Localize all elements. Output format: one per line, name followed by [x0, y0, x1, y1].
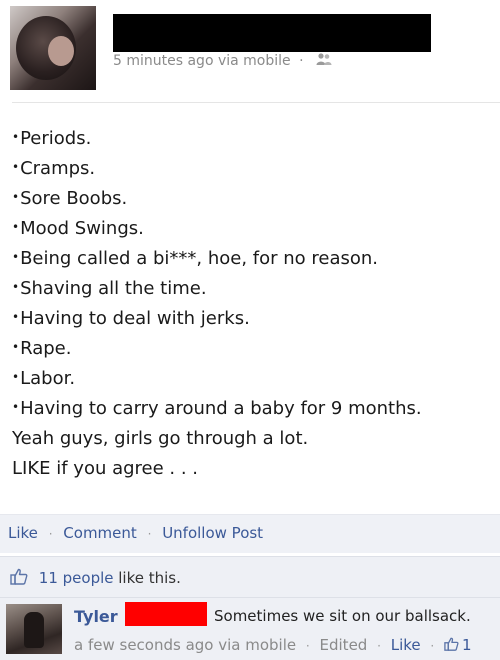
- list-item-text: Cramps.: [20, 158, 96, 179]
- bullet: •: [12, 220, 20, 234]
- comment-meta: a few seconds ago via mobile · Edited · …: [74, 636, 472, 655]
- list-item-text: Labor.: [20, 368, 76, 389]
- likes-summary: 11 people like this.: [0, 556, 500, 597]
- post-closing-line: Yeah guys, girls go through a lot.: [12, 428, 309, 449]
- thumbs-up-icon: [444, 637, 459, 655]
- list-item-text: Shaving all the time.: [20, 278, 207, 299]
- meta-separator: ·: [299, 53, 304, 69]
- comment-edited-label[interactable]: Edited: [320, 636, 368, 654]
- avatar-face-shape: [48, 36, 74, 66]
- list-item: •Having to deal with jerks.: [12, 304, 492, 334]
- list-item: •Labor.: [12, 364, 492, 394]
- list-item: •Having to carry around a baby for 9 mon…: [12, 394, 492, 424]
- likers-link[interactable]: 11 people: [39, 569, 114, 587]
- post-body: •Periods. •Cramps. •Sore Boobs. •Mood Sw…: [12, 124, 492, 484]
- bullet: •: [12, 400, 20, 414]
- list-item: •Sore Boobs.: [12, 184, 492, 214]
- action-separator: ·: [48, 527, 53, 541]
- author-name-redaction: [125, 602, 207, 626]
- comment-text: Sometimes we sit on our ballsack.: [214, 607, 471, 625]
- bullet: •: [12, 280, 20, 294]
- bullet: •: [12, 190, 20, 204]
- bullet: •: [12, 250, 20, 264]
- like-link[interactable]: Like: [8, 524, 38, 542]
- bullet: •: [12, 370, 20, 384]
- commenter-avatar[interactable]: [6, 604, 62, 654]
- post-closing-line: LIKE if you agree . . .: [12, 458, 199, 479]
- bullet: •: [12, 130, 20, 144]
- list-item-text: Periods.: [20, 128, 92, 149]
- likes-suffix: like this.: [113, 569, 181, 587]
- post-timestamp[interactable]: 5 minutes ago via mobile: [113, 53, 291, 69]
- comment-like-link[interactable]: Like: [391, 636, 421, 654]
- list-item-text: Mood Swings.: [20, 218, 144, 239]
- list-item: •Shaving all the time.: [12, 274, 492, 304]
- list-item: •Mood Swings.: [12, 214, 492, 244]
- poster-name-redaction: [113, 14, 431, 52]
- friends-icon[interactable]: [316, 52, 332, 70]
- bullet: •: [12, 340, 20, 354]
- list-item: •Rape.: [12, 334, 492, 364]
- meta-separator: ·: [305, 639, 310, 653]
- list-item: •Cramps.: [12, 154, 492, 184]
- comment-timestamp[interactable]: a few seconds ago via mobile: [74, 636, 296, 654]
- action-separator: ·: [147, 527, 152, 541]
- comment-author-link[interactable]: Tyler: [74, 607, 118, 626]
- list-item: •Being called a bi***, hoe, for no reaso…: [12, 244, 492, 274]
- bullet: •: [12, 310, 20, 324]
- list-item: •Periods.: [12, 124, 492, 154]
- list-item-text: Being called a bi***, hoe, for no reason…: [20, 248, 379, 269]
- list-item-text: Having to deal with jerks.: [20, 308, 250, 329]
- unfollow-post-link[interactable]: Unfollow Post: [162, 524, 263, 542]
- avatar-figure-shape: [24, 612, 44, 648]
- comment-link[interactable]: Comment: [63, 524, 137, 542]
- post-actions-bar: Like · Comment · Unfollow Post: [0, 514, 500, 553]
- list-item-text: Sore Boobs.: [20, 188, 128, 209]
- list-item-text: Rape.: [20, 338, 72, 359]
- post-header: 5 minutes ago via mobile ·: [0, 0, 500, 100]
- meta-separator: ·: [377, 639, 381, 653]
- comment-like-count[interactable]: 1: [462, 636, 472, 654]
- comment-item: Tyler Sometimes we sit on our ballsack. …: [0, 597, 500, 660]
- poster-avatar[interactable]: [10, 6, 96, 90]
- list-item-text: Having to carry around a baby for 9 mont…: [20, 398, 422, 419]
- meta-separator: ·: [430, 639, 435, 653]
- thumbs-up-icon: [10, 568, 28, 589]
- header-divider: [12, 102, 500, 103]
- post-meta: 5 minutes ago via mobile ·: [113, 52, 332, 70]
- bullet: •: [12, 160, 20, 174]
